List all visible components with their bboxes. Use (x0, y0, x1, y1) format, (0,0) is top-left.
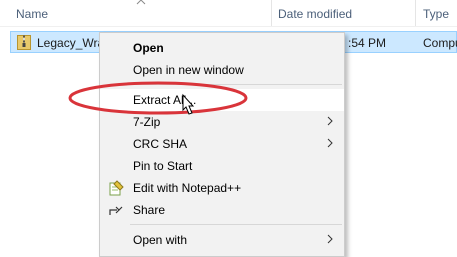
menu-item-crc-sha[interactable]: CRC SHA (100, 133, 344, 155)
menu-item-share[interactable]: Share (100, 199, 344, 221)
menu-item-extract-all[interactable]: Extract All... (100, 89, 344, 111)
menu-item-label: Extract All... (133, 93, 197, 107)
menu-item-label: Edit with Notepad++ (133, 181, 242, 195)
file-type: Compu (423, 36, 457, 50)
column-divider[interactable] (415, 0, 416, 26)
menu-item-label: Open (133, 41, 164, 55)
sort-ascending-icon (136, 0, 146, 5)
context-menu: Open Open in new window Extract All... 7… (99, 32, 345, 257)
column-header-date-modified[interactable]: Date modified (278, 7, 352, 21)
menu-item-open-in-new-window[interactable]: Open in new window (100, 59, 344, 81)
column-header-bar: Name Date modified Type (0, 0, 457, 27)
menu-item-label: Open in new window (133, 63, 244, 77)
menu-item-label: Share (133, 203, 166, 217)
share-icon (109, 206, 123, 215)
menu-item-7-zip[interactable]: 7-Zip (100, 111, 344, 133)
menu-separator (130, 84, 342, 85)
chevron-right-icon (327, 138, 333, 148)
menu-item-edit-with-notepad-plus-plus[interactable]: Edit with Notepad++ (100, 177, 344, 199)
menu-separator (130, 224, 342, 225)
chevron-right-icon (327, 234, 333, 244)
column-header-name[interactable]: Name (16, 7, 48, 21)
menu-item-label: 7-Zip (133, 115, 161, 129)
menu-item-label: CRC SHA (133, 137, 188, 151)
menu-item-open[interactable]: Open (100, 37, 344, 59)
menu-item-label: Pin to Start (133, 159, 193, 173)
file-name: Legacy_Wra (37, 36, 105, 50)
file-date-modified: :54 PM (348, 36, 387, 50)
chevron-right-icon (327, 116, 333, 126)
menu-item-label: Open with (133, 233, 188, 247)
zip-folder-icon (17, 35, 31, 50)
notepad-plus-plus-icon (109, 180, 124, 196)
column-header-type[interactable]: Type (423, 7, 449, 21)
menu-item-pin-to-start[interactable]: Pin to Start (100, 155, 344, 177)
column-divider[interactable] (271, 0, 272, 26)
